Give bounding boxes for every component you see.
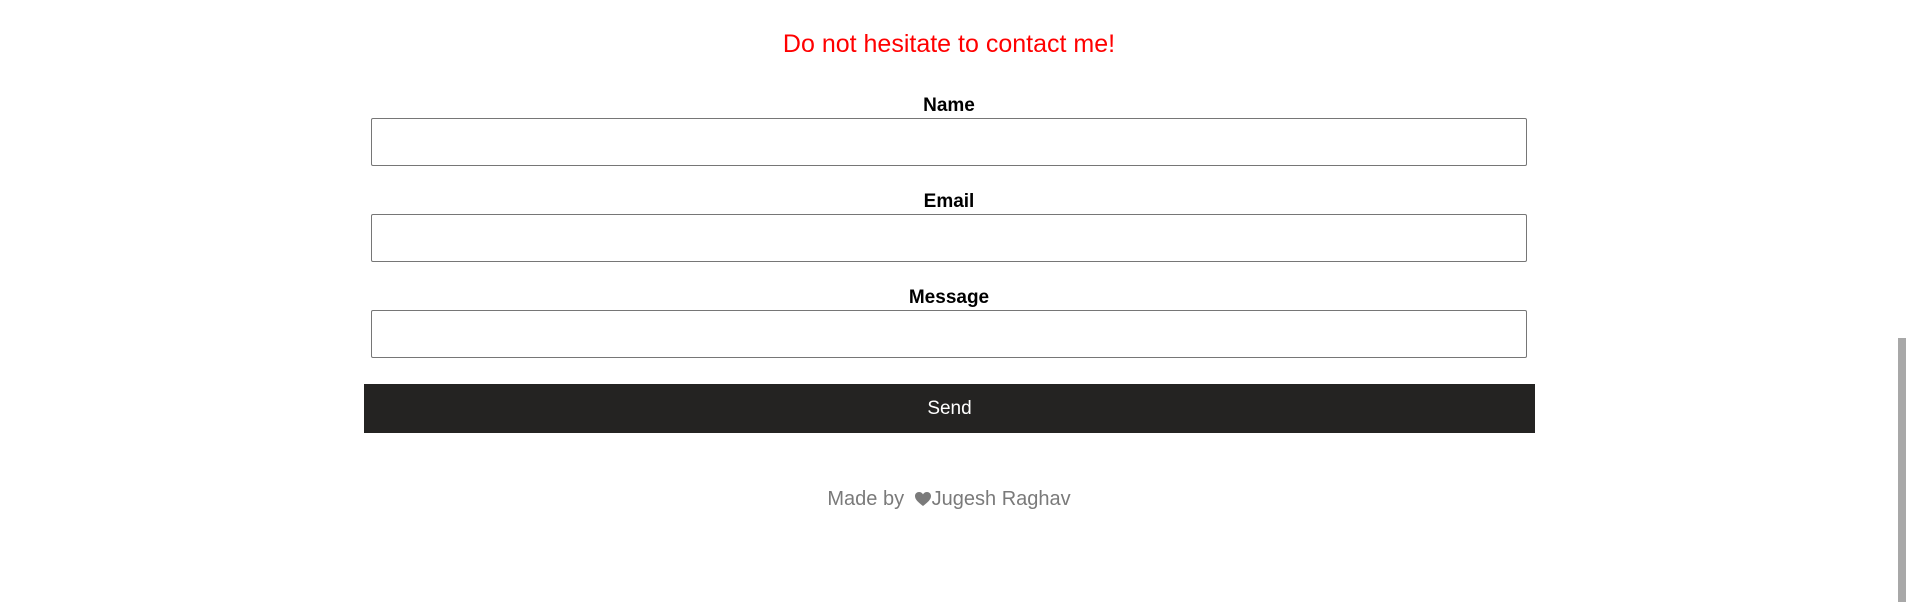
send-button[interactable]: Send — [364, 384, 1535, 433]
footer-author: Jugesh Raghav — [931, 488, 1071, 510]
footer-credit: Made by Jugesh Raghav — [0, 486, 1898, 514]
contact-page: Do not hesitate to contact me! Name Emai… — [0, 0, 1906, 602]
name-label: Name — [923, 95, 975, 116]
contact-heading: Do not hesitate to contact me! — [782, 30, 1116, 58]
message-label: Message — [908, 287, 990, 308]
heart-icon — [914, 488, 932, 514]
footer-prefix: Made by — [827, 488, 905, 510]
email-label: Email — [923, 191, 975, 212]
email-input[interactable] — [371, 214, 1527, 262]
message-input[interactable] — [371, 310, 1527, 358]
name-input[interactable] — [371, 118, 1527, 166]
scrollbar-thumb[interactable] — [1898, 338, 1906, 602]
